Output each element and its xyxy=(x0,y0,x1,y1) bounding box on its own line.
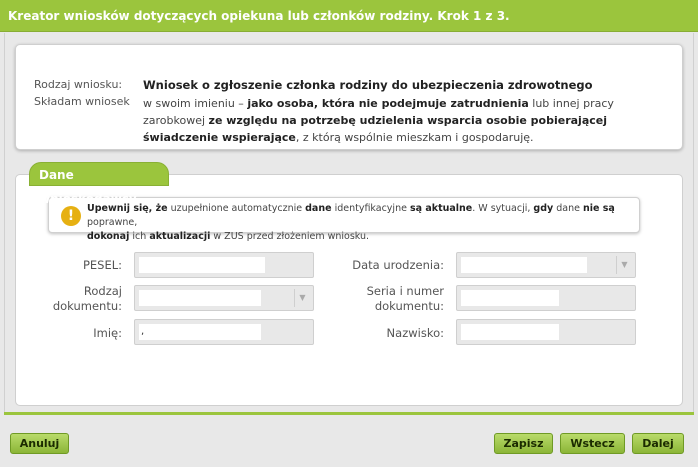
document-type-select: ▼ xyxy=(134,285,314,311)
surname-field xyxy=(456,319,636,345)
request-type-label: Rodzaj wniosku: xyxy=(34,78,123,91)
declaration-label: Składam wniosek xyxy=(34,95,130,108)
request-summary: Rodzaj wniosku: Wniosek o zgłoszenie czł… xyxy=(15,44,683,150)
birth-date-field: ▼ xyxy=(456,252,636,278)
save-button[interactable]: Zapisz xyxy=(494,433,553,454)
pesel-field xyxy=(134,252,314,278)
notice-text: Upewnij się, że uzupełnione automatyczni… xyxy=(87,203,615,242)
chevron-down-icon: ▼ xyxy=(616,256,632,274)
wizard-header: Kreator wniosków dotyczących opiekuna lu… xyxy=(0,0,698,32)
first-name-field: , xyxy=(134,319,314,345)
back-button[interactable]: Wstecz xyxy=(560,433,625,454)
request-type-value: Wniosek o zgłoszenie członka rodziny do … xyxy=(143,78,593,92)
first-name-label: Imię: xyxy=(93,326,122,340)
page-title: Kreator wniosków dotyczących opiekuna lu… xyxy=(8,9,510,23)
declaration-text: w swoim imieniu – jako osoba, która nie … xyxy=(143,97,614,144)
document-type-label: Rodzaj dokumentu: xyxy=(52,284,122,313)
document-series-field xyxy=(456,285,636,311)
cancel-button[interactable]: Anuluj xyxy=(10,433,69,454)
birth-date-label: Data urodzenia: xyxy=(352,258,444,272)
birth-date-value xyxy=(461,257,587,273)
document-series-value xyxy=(461,290,559,306)
pesel-value xyxy=(139,257,265,273)
pesel-label: PESEL: xyxy=(82,258,122,272)
section-title-applicant: Dane wnioskodawcy xyxy=(29,162,169,206)
first-name-value: , xyxy=(139,324,261,340)
surname-label: Nazwisko: xyxy=(386,326,444,340)
chevron-down-icon: ▼ xyxy=(294,289,310,307)
document-series-label: Seria i numer dokumentu: xyxy=(366,284,444,313)
document-type-value xyxy=(139,290,261,306)
surname-value xyxy=(461,324,559,340)
next-button[interactable]: Dalej xyxy=(632,433,684,454)
